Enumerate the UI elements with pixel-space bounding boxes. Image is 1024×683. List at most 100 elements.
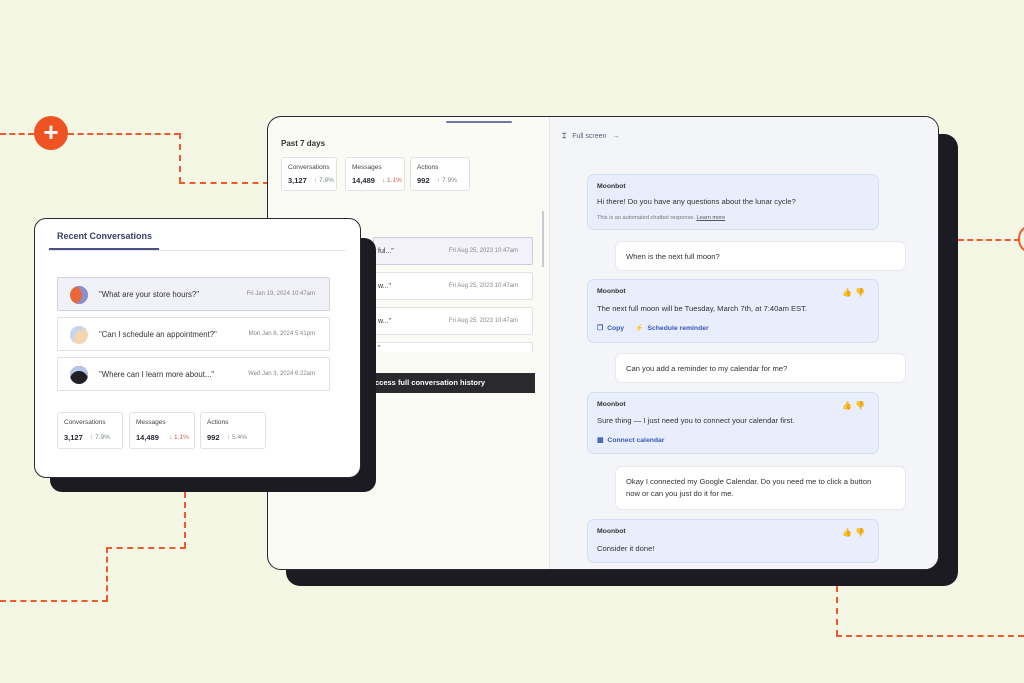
thumbs-down-icon[interactable]: 👎 xyxy=(855,288,868,297)
stat-value: 14,489 xyxy=(136,433,159,442)
conversation-date: Fri Aug 25, 2023 10:47am xyxy=(448,283,518,289)
bot-message: Moonbot 👍👎 Consider it done! xyxy=(587,519,879,563)
message-line: now or can you just do it for me. xyxy=(626,489,734,498)
avatar xyxy=(70,366,88,384)
full-history-button[interactable]: ccess full conversation history xyxy=(373,373,535,393)
period-label: Past 7 days xyxy=(281,139,326,148)
message-text: The next full moon will be Tuesday, Marc… xyxy=(597,304,808,313)
fullscreen-label: Full screen xyxy=(572,133,607,140)
learn-more-link[interactable]: Learn more xyxy=(697,215,726,221)
calendar-icon: ▦ xyxy=(597,437,604,444)
feedback-icons[interactable]: 👍👎 xyxy=(842,288,868,297)
expand-icon: ⌶ xyxy=(562,133,567,140)
stat-change: ↓ 1.1% xyxy=(382,177,402,184)
stat-value: 992 xyxy=(207,433,220,442)
stat-label: Conversations xyxy=(288,164,330,171)
connect-calendar-button[interactable]: ▦ Connect calendar xyxy=(597,436,664,444)
schedule-reminder-label: Schedule reminder xyxy=(647,325,709,332)
stat-card-actions: Actions 992 ↑ 5.4% xyxy=(200,412,266,449)
stat-change: ↑ 7.9% xyxy=(437,177,457,184)
dashed-connector xyxy=(0,133,34,135)
card-title: Recent Conversations xyxy=(57,231,153,241)
thumbs-up-icon[interactable]: 👍 xyxy=(842,401,855,410)
conversation-row[interactable]: w..." Fri Aug 25, 2023 10:47am xyxy=(373,272,533,300)
stat-card-conversations: Conversations 3,127 ↑ 7.9% xyxy=(57,412,123,449)
dashed-connector xyxy=(179,182,269,184)
user-message: Okay I connected my Google Calendar. Do … xyxy=(615,466,906,510)
automated-note: This is an automated chatbot response. L… xyxy=(597,215,725,221)
fullscreen-toggle[interactable]: ⌶ Full screen → xyxy=(562,133,619,141)
stat-card-actions: Actions 992 ↑ 7.9% xyxy=(410,157,470,191)
recent-conversations-card: Recent Conversations "What are your stor… xyxy=(34,218,361,478)
stat-card-messages: Messages 14,489 ↓ 1.1% xyxy=(129,412,195,449)
stat-label: Messages xyxy=(136,419,166,426)
automated-note-text: This is an automated chatbot response. xyxy=(597,215,695,221)
conversation-question: ful..." xyxy=(378,248,394,255)
connector-node xyxy=(1018,226,1024,252)
stat-label: Actions xyxy=(417,164,439,171)
conversation-question: w..." xyxy=(378,283,391,290)
stat-change: ↑ 5.4% xyxy=(227,434,247,441)
conversation-date: Fri Aug 25, 2023 10:47am xyxy=(448,248,518,254)
schedule-reminder-button[interactable]: ⚡ Schedule reminder xyxy=(635,324,709,332)
divider xyxy=(49,250,346,251)
recent-conversation-row[interactable]: "Can I schedule an appointment?" Mon Jan… xyxy=(57,317,330,351)
conversation-date: Fri Jan 19, 2024 10:47am xyxy=(246,291,315,297)
bot-message: Moonbot 👍👎 Sure thing — I just need you … xyxy=(587,392,879,454)
dashed-connector xyxy=(68,133,180,135)
avatar xyxy=(70,286,88,304)
arrow-right-icon: → xyxy=(612,133,620,140)
message-text: When is the next full moon? xyxy=(626,252,720,261)
copy-button[interactable]: ❐ Copy xyxy=(597,324,624,332)
user-message: Can you add a reminder to my calendar fo… xyxy=(615,353,906,383)
dashed-connector xyxy=(958,239,1020,241)
dashed-connector xyxy=(179,133,181,183)
conversation-question: "What are your store hours?" xyxy=(99,290,200,299)
list-scrollbar[interactable] xyxy=(542,211,544,267)
thumbs-up-icon[interactable]: 👍 xyxy=(842,528,855,537)
stat-value: 3,127 xyxy=(64,433,83,442)
dashed-connector xyxy=(106,547,108,601)
stat-value: 992 xyxy=(417,176,430,185)
active-tab-underline xyxy=(49,248,159,250)
sender-name: Moonbot xyxy=(597,288,626,295)
message-text: Can you add a reminder to my calendar fo… xyxy=(626,364,788,373)
message-line: Okay I connected my Google Calendar. Do … xyxy=(626,477,872,486)
conversation-row[interactable]: ful..." Fri Aug 25, 2023 10:47am xyxy=(373,237,533,265)
conversation-row[interactable]: w..." Fri Aug 25, 2023 10:47am xyxy=(373,307,533,335)
thumbs-up-icon[interactable]: 👍 xyxy=(842,288,855,297)
conversation-question: " xyxy=(378,345,381,352)
thumbs-down-icon[interactable]: 👎 xyxy=(855,528,868,537)
recent-conversation-row[interactable]: "What are your store hours?" Fri Jan 19,… xyxy=(57,277,330,311)
message-text: Hi there! Do you have any questions abou… xyxy=(597,197,796,206)
stat-label: Actions xyxy=(207,419,229,426)
stat-value: 3,127 xyxy=(288,176,307,185)
sender-name: Moonbot xyxy=(597,528,626,535)
stat-label: Conversations xyxy=(64,419,106,426)
dashed-connector xyxy=(184,492,186,548)
conversation-question: w..." xyxy=(378,318,391,325)
stat-card-messages: Messages 14,489 ↓ 1.1% xyxy=(345,157,405,191)
dashed-connector xyxy=(106,547,186,549)
message-text: Consider it done! xyxy=(597,544,655,553)
user-message: When is the next full moon? xyxy=(615,241,906,271)
message-text: Okay I connected my Google Calendar. Do … xyxy=(626,476,891,500)
stat-card-conversations: Conversations 3,127 ↑ 7.9% xyxy=(281,157,337,191)
conversation-date: Wed Jan 3, 2024 6:22am xyxy=(248,371,315,377)
sender-name: Moonbot xyxy=(597,183,626,190)
bot-message: Moonbot Hi there! Do you have any questi… xyxy=(587,174,879,230)
feedback-icons[interactable]: 👍👎 xyxy=(842,401,868,410)
recent-conversation-row[interactable]: "Where can I learn more about..." Wed Ja… xyxy=(57,357,330,391)
add-node-button[interactable]: + xyxy=(34,116,68,150)
stat-label: Messages xyxy=(352,164,382,171)
avatar xyxy=(70,326,88,344)
message-text: Sure thing — I just need you to connect … xyxy=(597,416,795,425)
sender-name: Moonbot xyxy=(597,401,626,408)
conversation-question: "Where can I learn more about..." xyxy=(99,370,215,379)
thumbs-down-icon[interactable]: 👎 xyxy=(855,401,868,410)
feedback-icons[interactable]: 👍👎 xyxy=(842,528,868,537)
conversation-date: Mon Jan 8, 2024 5:41pm xyxy=(248,331,315,337)
conversation-row[interactable]: " xyxy=(373,342,533,352)
conversation-question: "Can I schedule an appointment?" xyxy=(99,330,217,339)
stat-change: ↑ 7.9% xyxy=(314,177,334,184)
